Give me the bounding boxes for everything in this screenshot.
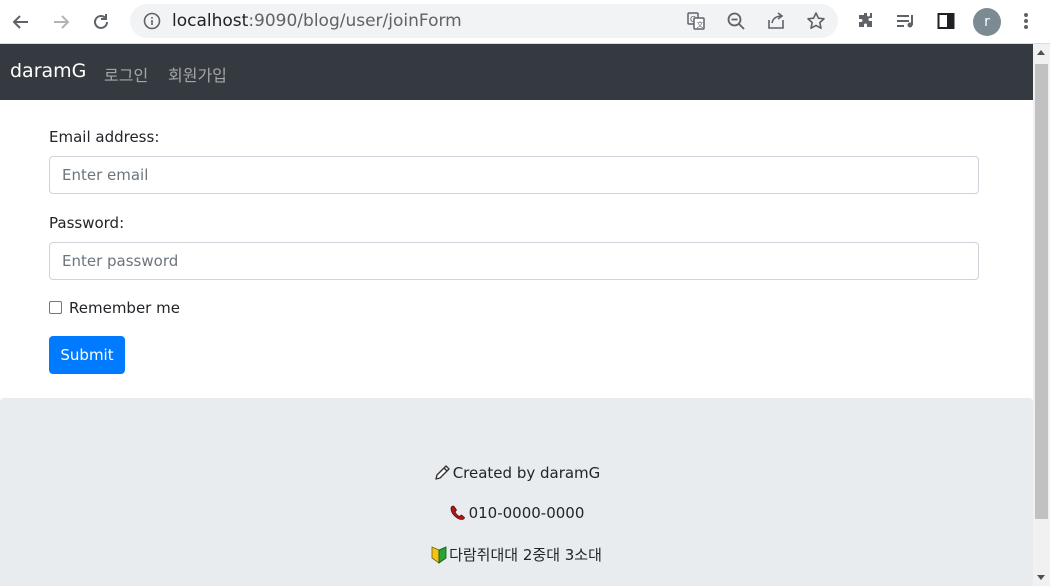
page-scrollbar[interactable] xyxy=(1033,44,1050,586)
pencil-icon xyxy=(434,465,450,480)
password-input[interactable] xyxy=(49,242,979,280)
remember-me-checkbox[interactable] xyxy=(49,301,62,314)
footer: Created by daramG 010-0000-0000 다람쥐대대 2중… xyxy=(0,398,1033,586)
footer-phone: 010-0000-0000 xyxy=(0,504,1033,522)
reload-icon xyxy=(94,14,108,29)
nav-link-join[interactable]: 회원가입 xyxy=(168,62,227,86)
scroll-up-arrow-icon[interactable] xyxy=(1037,50,1045,55)
translate-icon[interactable]: G文 xyxy=(686,11,706,31)
navbar: daramG 로그인 회원가입 xyxy=(0,44,1033,100)
url-path: :9090/blog/user/joinForm xyxy=(248,11,462,31)
url-text[interactable]: localhost:9090/blog/user/joinForm xyxy=(172,11,462,31)
back-button[interactable] xyxy=(7,8,35,36)
reload-button[interactable] xyxy=(87,8,115,36)
browser-toolbar: localhost:9090/blog/user/joinForm G文 r xyxy=(0,0,1050,44)
extensions-icon[interactable] xyxy=(855,10,877,32)
password-label: Password: xyxy=(49,214,125,232)
side-panel-icon[interactable] xyxy=(935,10,957,32)
share-icon[interactable] xyxy=(766,11,786,31)
nav-link-login[interactable]: 로그인 xyxy=(104,62,148,86)
email-label: Email address: xyxy=(49,128,160,146)
footer-created-by: Created by daramG xyxy=(0,464,1033,482)
scroll-down-arrow-icon[interactable] xyxy=(1037,575,1045,580)
footer-address: 다람쥐대대 2중대 3소대 xyxy=(0,544,1033,565)
page-viewport: daramG 로그인 회원가입 Email address: Password:… xyxy=(0,44,1033,586)
star-icon[interactable] xyxy=(806,11,826,31)
profile-avatar[interactable]: r xyxy=(973,8,1001,36)
svg-text:文: 文 xyxy=(697,20,704,29)
media-queue-icon[interactable] xyxy=(895,10,917,32)
phone-text: 010-0000-0000 xyxy=(468,504,585,522)
beginner-badge-icon xyxy=(431,545,447,564)
brand-link[interactable]: daramG xyxy=(10,60,86,82)
address-bar[interactable]: localhost:9090/blog/user/joinForm G文 xyxy=(130,4,838,38)
email-input[interactable] xyxy=(49,156,979,194)
more-menu-icon[interactable] xyxy=(1015,10,1037,32)
remember-me-label[interactable]: Remember me xyxy=(69,299,180,317)
arrow-right-icon xyxy=(54,15,70,29)
scrollbar-thumb[interactable] xyxy=(1035,64,1048,519)
created-by-text: Created by daramG xyxy=(452,464,601,482)
info-icon[interactable] xyxy=(142,11,162,31)
arrow-left-icon xyxy=(12,15,28,29)
zoom-out-icon[interactable] xyxy=(726,11,746,31)
address-text: 다람쥐대대 2중대 3소대 xyxy=(449,546,602,564)
telephone-icon xyxy=(450,505,465,520)
forward-button[interactable] xyxy=(47,8,75,36)
submit-button[interactable]: Submit xyxy=(49,336,125,374)
url-host: localhost xyxy=(172,11,249,31)
